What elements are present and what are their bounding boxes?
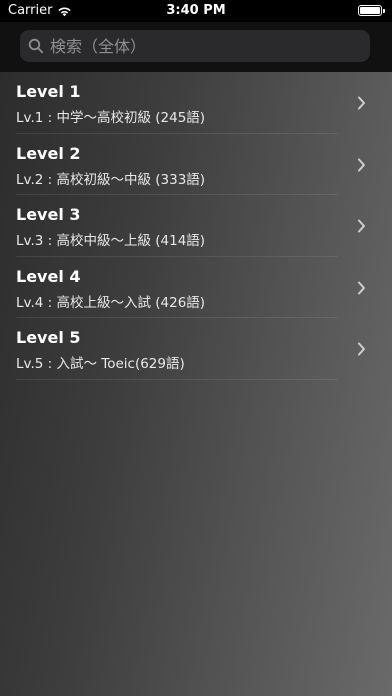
battery-fill bbox=[360, 7, 380, 14]
list-item-subtitle: Lv.4 : 高校上級～入試 (426語) bbox=[16, 294, 206, 311]
list-item-level-2[interactable]: Level 2 Lv.2 : 高校初級～中級 (333語) bbox=[0, 134, 392, 195]
list-item-title: Level 3 bbox=[16, 205, 81, 224]
list-item-subtitle: Lv.3 : 高校中級～上級 (414語) bbox=[16, 233, 206, 249]
list-item-level-4[interactable]: Level 4 Lv.4 : 高校上級～入試 (426語) bbox=[0, 257, 392, 318]
list-item-subtitle: Lv.1 : 中学～高校初級 (245語) bbox=[16, 110, 206, 126]
row-divider bbox=[16, 378, 338, 380]
level-list: Level 1 Lv.1 : 中学～高校初級 (245語) Level 2 Lv… bbox=[0, 72, 392, 380]
list-item-title: Level 4 bbox=[16, 266, 81, 286]
list-item-title: Level 1 bbox=[16, 82, 81, 101]
search-icon bbox=[28, 38, 44, 54]
chevron-right-icon bbox=[358, 158, 365, 171]
list-item-title: Level 5 bbox=[16, 328, 81, 347]
status-bar: Carrier 3:40 PM bbox=[0, 0, 392, 22]
list-item-subtitle: Lv.5 : 入試～ Toeic(629語) bbox=[16, 356, 185, 372]
chevron-right-icon bbox=[358, 96, 365, 110]
list-item-subtitle: Lv.2 : 高校初級～中級 (333語) bbox=[16, 171, 206, 188]
chevron-right-icon bbox=[358, 342, 365, 356]
chevron-right-icon bbox=[358, 281, 365, 294]
list-item-level-1[interactable]: Level 1 Lv.1 : 中学～高校初級 (245語) bbox=[0, 72, 392, 134]
list-item-level-5[interactable]: Level 5 Lv.5 : 入試～ Toeic(629語) bbox=[0, 318, 392, 380]
search-bar bbox=[0, 22, 392, 72]
search-field[interactable] bbox=[20, 30, 370, 62]
list-item-level-3[interactable]: Level 3 Lv.3 : 高校中級～上級 (414語) bbox=[0, 195, 392, 257]
list-item-title: Level 2 bbox=[16, 143, 81, 163]
chevron-right-icon bbox=[358, 219, 365, 233]
battery-icon bbox=[358, 5, 385, 16]
status-time: 3:40 PM bbox=[166, 3, 226, 18]
app-screen: Carrier 3:40 PM Level 1 Lv.1 : 中学～高校初級 (… bbox=[0, 0, 392, 696]
search-input[interactable] bbox=[50, 36, 350, 56]
